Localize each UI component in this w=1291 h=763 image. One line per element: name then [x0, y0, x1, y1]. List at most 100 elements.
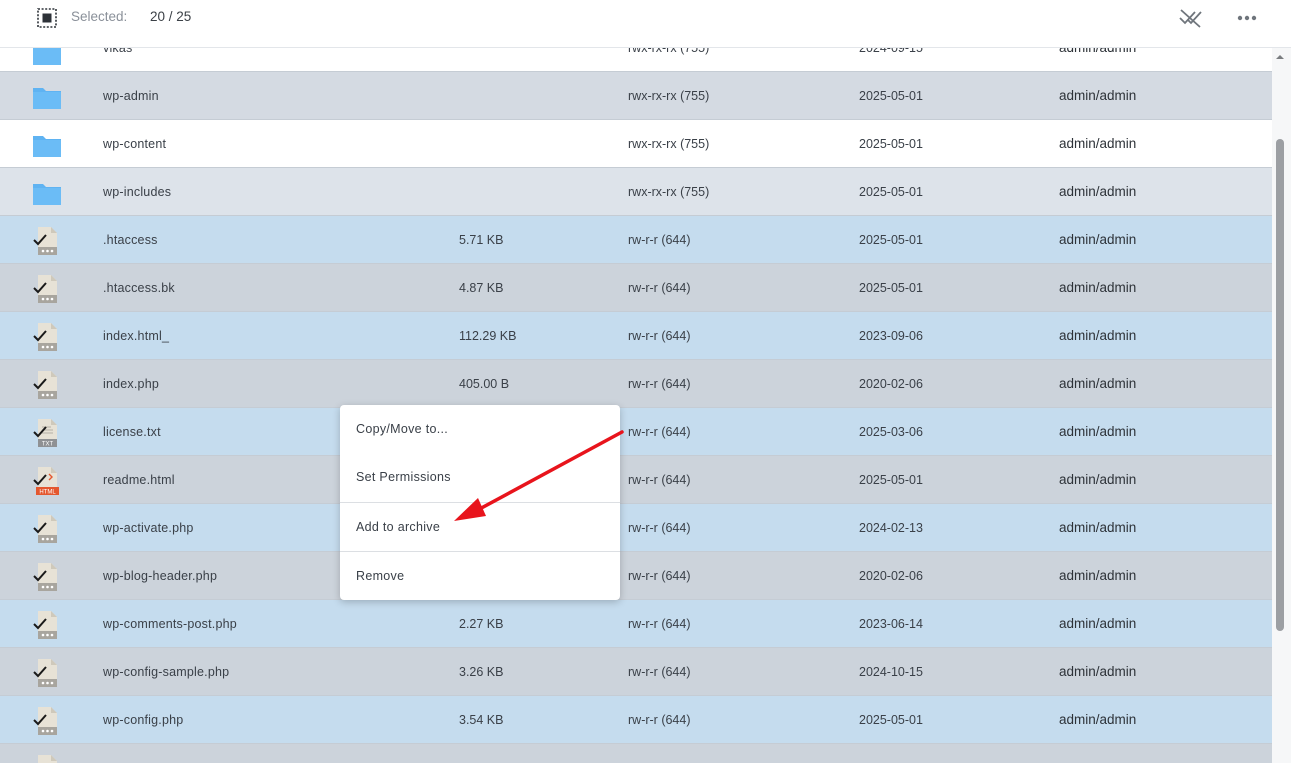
- more-options-icon[interactable]: [1236, 14, 1258, 22]
- file-permissions: rw-r-r (644): [628, 329, 691, 343]
- file-owner: admin/admin: [1059, 136, 1137, 151]
- scrollbar-thumb[interactable]: [1276, 139, 1284, 631]
- file-permissions: rw-r-r (644): [628, 713, 691, 727]
- file-owner: admin/admin: [1059, 184, 1137, 199]
- file-permissions: rw-r-r (644): [628, 569, 691, 583]
- file-name[interactable]: readme.html: [103, 473, 175, 487]
- file-date: 2025-05-01: [859, 281, 923, 295]
- table-row[interactable]: [0, 744, 1272, 763]
- file-permissions: rw-r-r (644): [628, 425, 691, 439]
- select-all-icon[interactable]: [37, 8, 57, 28]
- menu-item-remove[interactable]: Remove: [340, 552, 620, 600]
- file-icon: [33, 323, 57, 351]
- file-name[interactable]: index.php: [103, 377, 159, 391]
- file-name[interactable]: wp-blog-header.php: [103, 569, 217, 583]
- file-permissions: rw-r-r (644): [628, 281, 691, 295]
- file-permissions: rw-r-r (644): [628, 665, 691, 679]
- table-row[interactable]: wp-includes rwx-rx-rx (755) 2025-05-01 a…: [0, 168, 1272, 216]
- file-date: 2025-05-01: [859, 185, 923, 199]
- file-size: 2.27 KB: [459, 617, 504, 631]
- file-manager: vikas rwx-rx-rx (755) 2024-09-15 admin/a…: [0, 0, 1291, 763]
- file-name[interactable]: wp-comments-post.php: [103, 617, 237, 631]
- file-size: 112.29 KB: [459, 329, 517, 343]
- file-name[interactable]: index.html_: [103, 329, 169, 343]
- file-permissions: rw-r-r (644): [628, 521, 691, 535]
- file-owner: admin/admin: [1059, 232, 1137, 247]
- file-name[interactable]: .htaccess.bk: [103, 281, 175, 295]
- table-row[interactable]: wp-blog-header.php rw-r-r (644) 2020-02-…: [0, 552, 1272, 600]
- file-icon: [33, 707, 57, 735]
- file-icon: [33, 659, 57, 687]
- file-permissions: rw-r-r (644): [628, 473, 691, 487]
- table-row[interactable]: TXT license.txt rw-r-r (644) 2025-03-06 …: [0, 408, 1272, 456]
- file-size: 3.26 KB: [459, 665, 504, 679]
- table-row[interactable]: wp-config-sample.php 3.26 KB rw-r-r (644…: [0, 648, 1272, 696]
- file-date: 2023-09-06: [859, 329, 923, 343]
- file-date: 2020-02-06: [859, 377, 923, 391]
- file-date: 2025-05-01: [859, 89, 923, 103]
- file-permissions: rwx-rx-rx (755): [628, 89, 710, 103]
- context-menu: Copy/Move to... Set Permissions Add to a…: [340, 405, 620, 600]
- file-name[interactable]: wp-config-sample.php: [103, 665, 229, 679]
- file-date: 2025-05-01: [859, 137, 923, 151]
- table-row[interactable]: wp-config.php 3.54 KB rw-r-r (644) 2025-…: [0, 696, 1272, 744]
- deselect-all-icon[interactable]: [1178, 7, 1204, 29]
- file-owner: admin/admin: [1059, 520, 1137, 535]
- file-name[interactable]: wp-admin: [103, 89, 159, 103]
- file-icon: [33, 275, 57, 303]
- file-date: 2025-05-01: [859, 473, 923, 487]
- file-permissions: rw-r-r (644): [628, 617, 691, 631]
- folder-icon: [33, 88, 61, 109]
- file-size: 405.00 B: [459, 377, 510, 391]
- table-row[interactable]: wp-activate.php rw-r-r (644) 2024-02-13 …: [0, 504, 1272, 552]
- file-permissions: rw-r-r (644): [628, 233, 691, 247]
- table-row[interactable]: wp-admin rwx-rx-rx (755) 2025-05-01 admi…: [0, 72, 1272, 120]
- file-date: 2023-06-14: [859, 617, 923, 631]
- file-owner: admin/admin: [1059, 712, 1137, 727]
- svg-text:TXT: TXT: [42, 442, 54, 448]
- file-date: 2025-05-01: [859, 233, 923, 247]
- html-file-icon: HTML: [33, 467, 59, 496]
- file-name[interactable]: wp-content: [103, 137, 166, 151]
- file-name[interactable]: wp-activate.php: [103, 521, 194, 535]
- table-row[interactable]: .htaccess.bk 4.87 KB rw-r-r (644) 2025-0…: [0, 264, 1272, 312]
- file-icon: [38, 755, 57, 763]
- menu-item-set-permissions[interactable]: Set Permissions: [340, 453, 620, 501]
- svg-text:HTML: HTML: [39, 490, 56, 496]
- table-row[interactable]: wp-content rwx-rx-rx (755) 2025-05-01 ad…: [0, 120, 1272, 168]
- file-list: vikas rwx-rx-rx (755) 2024-09-15 admin/a…: [0, 0, 1272, 763]
- file-size: 3.54 KB: [459, 713, 504, 727]
- file-name[interactable]: .htaccess: [103, 233, 158, 247]
- selection-toolbar: Selected: 20 / 25: [0, 0, 1291, 48]
- file-date: 2024-10-15: [859, 665, 923, 679]
- file-icon: [33, 227, 57, 255]
- menu-item-copy-move[interactable]: Copy/Move to...: [340, 405, 620, 453]
- table-row[interactable]: HTML readme.html rw-r-r (644) 2025-05-01…: [0, 456, 1272, 504]
- file-icon: [33, 515, 57, 543]
- file-icon: [33, 563, 57, 591]
- file-permissions: rw-r-r (644): [628, 377, 691, 391]
- file-name[interactable]: wp-config.php: [103, 713, 183, 727]
- file-icon: [33, 371, 57, 399]
- menu-item-add-to-archive[interactable]: Add to archive: [340, 503, 620, 551]
- file-name[interactable]: wp-includes: [103, 185, 171, 199]
- file-owner: admin/admin: [1059, 472, 1137, 487]
- file-date: 2024-02-13: [859, 521, 923, 535]
- file-date: 2025-05-01: [859, 713, 923, 727]
- file-owner: admin/admin: [1059, 664, 1137, 679]
- file-owner: admin/admin: [1059, 616, 1137, 631]
- file-owner: admin/admin: [1059, 424, 1137, 439]
- file-size: 4.87 KB: [459, 281, 504, 295]
- txt-file-icon: TXT: [33, 419, 57, 448]
- scroll-up-arrow-icon[interactable]: [1275, 53, 1285, 61]
- table-row[interactable]: .htaccess 5.71 KB rw-r-r (644) 2025-05-0…: [0, 216, 1272, 264]
- file-permissions: rwx-rx-rx (755): [628, 185, 710, 199]
- file-name[interactable]: license.txt: [103, 425, 161, 439]
- file-date: 2025-03-06: [859, 425, 923, 439]
- table-row[interactable]: index.php 405.00 B rw-r-r (644) 2020-02-…: [0, 360, 1272, 408]
- table-row[interactable]: index.html_ 112.29 KB rw-r-r (644) 2023-…: [0, 312, 1272, 360]
- file-owner: admin/admin: [1059, 568, 1137, 583]
- selected-label: Selected:: [71, 9, 128, 24]
- file-owner: admin/admin: [1059, 88, 1137, 103]
- table-row[interactable]: wp-comments-post.php 2.27 KB rw-r-r (644…: [0, 600, 1272, 648]
